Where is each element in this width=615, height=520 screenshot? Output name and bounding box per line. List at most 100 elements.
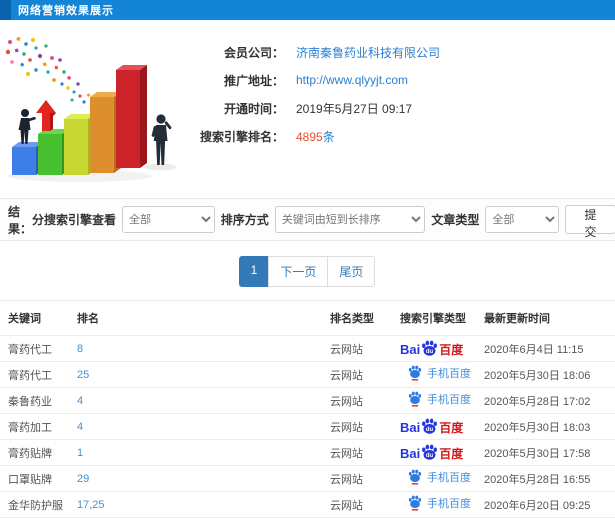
keyword-cell: 膏药代工 (0, 361, 77, 388)
rank-cell: 4 (77, 413, 330, 440)
engine-rank-value: 4895条 (296, 128, 335, 145)
baidu-logo-cn-text: 百度 (439, 447, 464, 461)
baidu-logo: Bai du 百度 (400, 418, 463, 434)
promo-url-label: 推广地址： (223, 73, 284, 88)
updated-time-cell: 2020年5月30日 18:03 (484, 413, 615, 440)
table-row: 膏药代工 25 云网站 手机百度 2020年5月30日 18:06 (0, 361, 615, 388)
info-row-open-time: 开通时间： 2019年5月27日 09:17 (188, 94, 440, 122)
baidu-logo-bai-text: Bai (400, 420, 421, 435)
rank-count: 4895 (296, 129, 323, 144)
baidu-logo-bai-text: Bai (400, 446, 421, 461)
mobile-baidu-label: 手机百度 (427, 498, 471, 510)
results-table-body: 膏药代工 8 云网站 Bai du 百度 2020年6月4日 11:15 膏药代… (0, 335, 615, 520)
open-time-label: 开通时间： (223, 101, 284, 116)
baidu-logo: Bai du 百度 (400, 444, 463, 460)
page-1-button[interactable]: 1 (238, 256, 270, 287)
rank-cell: 25 (77, 361, 330, 388)
engine-cell: 手机百度 (400, 387, 484, 414)
last-page-button[interactable]: 尾页 (327, 256, 376, 287)
rank-cell: 8 (77, 335, 330, 362)
filter-controls: 分搜索引擎查看 全部 排序方式 关键词由短到长排序 文章类型 全部 提交 (32, 205, 615, 239)
table-row: 秦鲁药业 4 云网站 手机百度 2020年5月28日 17:02 (0, 387, 615, 414)
mobile-baidu-paw-icon (408, 391, 422, 407)
updated-time-cell: 2020年6月20日 09:25 (484, 491, 615, 518)
rank-link[interactable]: 4 (77, 395, 83, 407)
article-type-select[interactable]: 全部 (485, 206, 559, 233)
mobile-baidu-paw-icon (408, 469, 422, 485)
rank-link[interactable]: 4 (77, 421, 83, 433)
businessman-left (18, 109, 36, 144)
baidu-paw-icon: du (422, 340, 438, 356)
results-table: 关键词 排名 排名类型 搜索引擎类型 最新更新时间 膏药代工 8 云网站 Bai… (0, 300, 615, 520)
next-page-button[interactable]: 下一页 (268, 256, 329, 287)
article-type-label: 文章类型 (431, 213, 480, 227)
bar-red (116, 65, 147, 168)
updated-time-cell: 2020年5月30日 18:06 (484, 361, 615, 388)
engine-cell: Bai du 百度 (400, 413, 484, 440)
hero-section: 会员公司： 济南秦鲁药业科技有限公司 推广地址： http://www.qlyy… (0, 26, 615, 190)
page-title: 网络营销效果展示 (18, 5, 114, 17)
table-row: 膏药代工 8 云网站 Bai du 百度 2020年6月4日 11:15 (0, 335, 615, 362)
rank-link[interactable]: 1 (77, 447, 83, 459)
engine-cell: Bai du 百度 (400, 335, 484, 362)
submit-button[interactable]: 提交 (564, 205, 615, 239)
rank-type-cell: 云网站 (330, 413, 400, 440)
pagination: 1 下一页 尾页 (0, 256, 615, 287)
info-row-company: 会员公司： 济南秦鲁药业科技有限公司 (188, 38, 440, 66)
mobile-baidu-label: 手机百度 (427, 472, 471, 484)
engine-filter-label: 分搜索引擎查看 (32, 213, 117, 227)
table-header-row: 关键词 排名 排名类型 搜索引擎类型 最新更新时间 (0, 301, 615, 336)
sort-select[interactable]: 关键词由短到长排序 (274, 206, 426, 233)
col-updated: 最新更新时间 (484, 313, 550, 325)
info-row-url: 推广地址： http://www.qlyyjt.com (188, 66, 440, 94)
keyword-cell: 口罩贴牌 (0, 465, 77, 492)
col-engine-type: 搜索引擎类型 (400, 313, 466, 325)
rank-cell: 4 (77, 387, 330, 414)
rank-unit: 条 (322, 129, 335, 144)
businessman-right (151, 114, 172, 165)
company-label: 会员公司： (223, 45, 284, 60)
rank-link[interactable]: 8 (77, 343, 83, 355)
header-accent-block (0, 0, 11, 20)
rank-link[interactable]: 25 (77, 369, 89, 381)
engine-cell: 手机百度 (400, 465, 484, 492)
table-row: 口罩贴牌 29 云网站 手机百度 2020年5月28日 16:55 (0, 465, 615, 492)
keyword-cell: 秦鲁药业 (0, 387, 77, 414)
engine-filter-select[interactable]: 全部 (122, 206, 215, 233)
rank-cell: 1 (77, 439, 330, 466)
engine-rank-label: 搜索引擎排名： (199, 129, 284, 144)
table-row: 膏药加工 4 云网站 Bai du 百度 2020年5月30日 18:03 (0, 413, 615, 440)
svg-text:du: du (426, 349, 434, 355)
baidu-logo-bai-text: Bai (400, 342, 421, 357)
up-arrow (36, 100, 56, 131)
promo-url-link[interactable]: http://www.qlyyjt.com (296, 73, 408, 87)
rank-type-cell: 云网站 (330, 491, 400, 518)
updated-time-cell: 2020年5月28日 16:55 (484, 465, 615, 492)
keyword-cell: 膏药加工 (0, 413, 77, 440)
keyword-cell: 金华防护服 (0, 491, 77, 518)
col-rank: 排名 (77, 313, 99, 325)
header-bar: 网络营销效果展示 (0, 0, 615, 20)
mobile-baidu-paw-icon (408, 365, 422, 381)
bar-chart-3d-image (5, 36, 176, 182)
baidu-logo: Bai du 百度 (400, 340, 463, 356)
info-row-rank: 搜索引擎排名： 4895条 (188, 122, 440, 150)
keyword-cell: 膏药贴牌 (0, 439, 77, 466)
confetti-dots (5, 36, 91, 104)
growth-chart-illustration (0, 26, 188, 190)
sort-label: 排序方式 (220, 213, 269, 227)
rank-cell: 17,25 (77, 491, 330, 518)
rank-type-cell: 云网站 (330, 387, 400, 414)
baidu-logo-cn-text: 百度 (439, 421, 464, 435)
engine-cell: 手机百度 (400, 361, 484, 388)
company-link[interactable]: 济南秦鲁药业科技有限公司 (296, 44, 440, 61)
updated-time-cell: 2020年5月28日 17:02 (484, 387, 615, 414)
rank-link[interactable]: 17,25 (77, 499, 105, 511)
result-label: 结果： (8, 204, 33, 236)
rank-type-cell: 云网站 (330, 335, 400, 362)
rank-link[interactable]: 29 (77, 473, 89, 485)
svg-text:du: du (426, 427, 434, 433)
mobile-baidu-logo: 手机百度 (408, 391, 471, 407)
svg-text:du: du (426, 453, 434, 459)
rank-type-cell: 云网站 (330, 439, 400, 466)
